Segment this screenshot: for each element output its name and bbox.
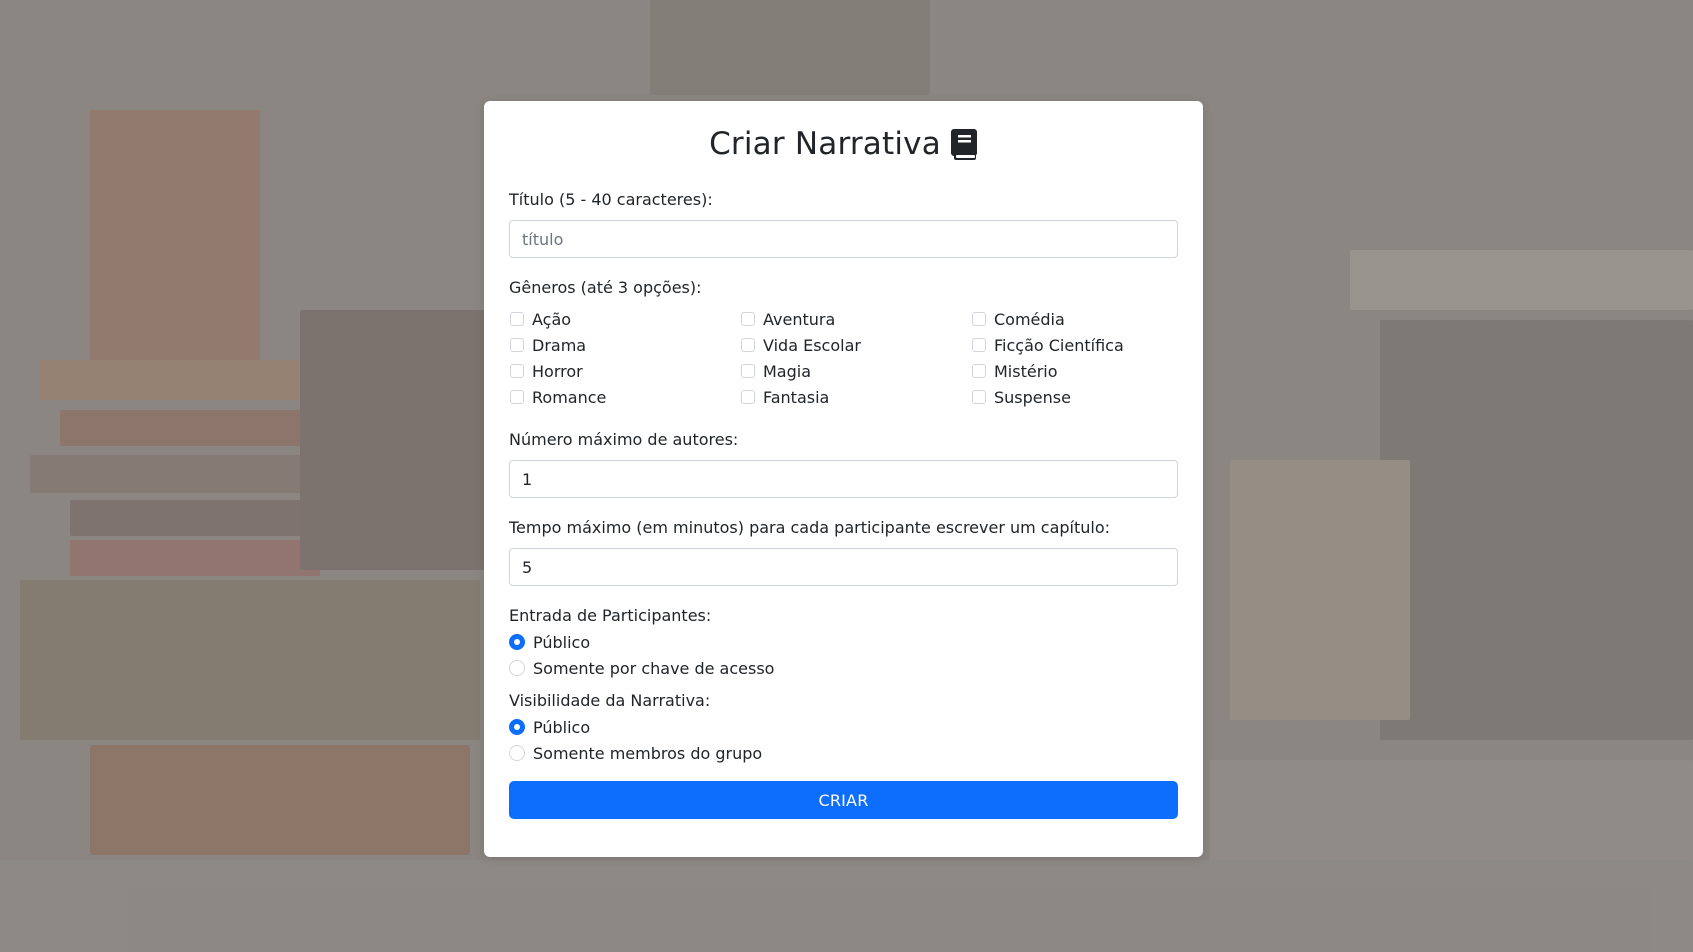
radio-label: Público	[533, 717, 591, 737]
checkbox[interactable]	[510, 312, 524, 326]
checkbox[interactable]	[972, 390, 986, 404]
visibilidade-radio-group: Público Somente membros do grupo	[509, 716, 1178, 764]
genre-label: Aventura	[763, 309, 836, 329]
create-narrative-form: Criar Narrativa Título (5 - 40 caractere…	[484, 101, 1203, 857]
tempo-label: Tempo máximo (em minutos) para cada part…	[509, 518, 1111, 537]
book-icon	[950, 128, 978, 161]
max-time-input[interactable]	[509, 548, 1178, 586]
genre-label: Ficção Científica	[994, 335, 1124, 355]
checkbox[interactable]	[510, 390, 524, 404]
entrada-option-chave[interactable]: Somente por chave de acesso	[509, 657, 1178, 679]
radio-label: Público	[533, 632, 591, 652]
checkbox[interactable]	[741, 338, 755, 352]
genre-label: Magia	[763, 361, 812, 381]
titulo-label: Título (5 - 40 caracteres):	[509, 190, 713, 209]
genre-label: Fantasia	[763, 387, 830, 407]
checkbox[interactable]	[972, 312, 986, 326]
genre-label: Drama	[532, 335, 587, 355]
genre-option-misterio[interactable]: Mistério	[971, 360, 1178, 382]
radio-selected[interactable]	[509, 634, 525, 650]
entrada-option-publico[interactable]: Público	[509, 631, 1178, 653]
create-button[interactable]: CRIAR	[509, 781, 1178, 819]
genre-checkbox-group: Ação Aventura Comédia Drama Vida Escolar…	[509, 308, 1178, 408]
max-authors-input[interactable]	[509, 460, 1178, 498]
radio[interactable]	[509, 745, 525, 761]
genre-label: Suspense	[994, 387, 1071, 407]
page-title: Criar Narrativa	[709, 126, 941, 162]
genre-option-comedia[interactable]: Comédia	[971, 308, 1178, 330]
genre-option-acao[interactable]: Ação	[509, 308, 740, 330]
genre-option-vida-escolar[interactable]: Vida Escolar	[740, 334, 971, 356]
checkbox[interactable]	[510, 338, 524, 352]
genre-label: Ação	[532, 309, 572, 329]
visibilidade-option-publico[interactable]: Público	[509, 716, 1178, 738]
genre-label: Vida Escolar	[763, 335, 861, 355]
visibilidade-option-grupo[interactable]: Somente membros do grupo	[509, 742, 1178, 764]
genre-option-suspense[interactable]: Suspense	[971, 386, 1178, 408]
genre-option-drama[interactable]: Drama	[509, 334, 740, 356]
radio-selected[interactable]	[509, 719, 525, 735]
genre-label: Comédia	[994, 309, 1065, 329]
checkbox[interactable]	[972, 338, 986, 352]
form-header: Criar Narrativa	[509, 121, 1178, 167]
checkbox[interactable]	[741, 364, 755, 378]
visibilidade-label: Visibilidade da Narrativa:	[509, 691, 711, 710]
genre-option-horror[interactable]: Horror	[509, 360, 740, 382]
radio-label: Somente membros do grupo	[533, 743, 763, 763]
checkbox[interactable]	[741, 312, 755, 326]
genre-label: Horror	[532, 361, 583, 381]
genre-label: Romance	[532, 387, 607, 407]
genre-option-romance[interactable]: Romance	[509, 386, 740, 408]
radio[interactable]	[509, 660, 525, 676]
checkbox[interactable]	[510, 364, 524, 378]
genre-option-aventura[interactable]: Aventura	[740, 308, 971, 330]
autores-label: Número máximo de autores:	[509, 430, 739, 449]
genre-option-ficcao-cientifica[interactable]: Ficção Científica	[971, 334, 1178, 356]
checkbox[interactable]	[741, 390, 755, 404]
genre-label: Mistério	[994, 361, 1058, 381]
checkbox[interactable]	[972, 364, 986, 378]
genre-option-magia[interactable]: Magia	[740, 360, 971, 382]
generos-label: Gêneros (até 3 opções):	[509, 278, 702, 297]
entrada-label: Entrada de Participantes:	[509, 606, 712, 625]
titulo-input[interactable]	[509, 220, 1178, 258]
radio-label: Somente por chave de acesso	[533, 658, 775, 678]
entrada-radio-group: Público Somente por chave de acesso	[509, 631, 1178, 679]
genre-option-fantasia[interactable]: Fantasia	[740, 386, 971, 408]
